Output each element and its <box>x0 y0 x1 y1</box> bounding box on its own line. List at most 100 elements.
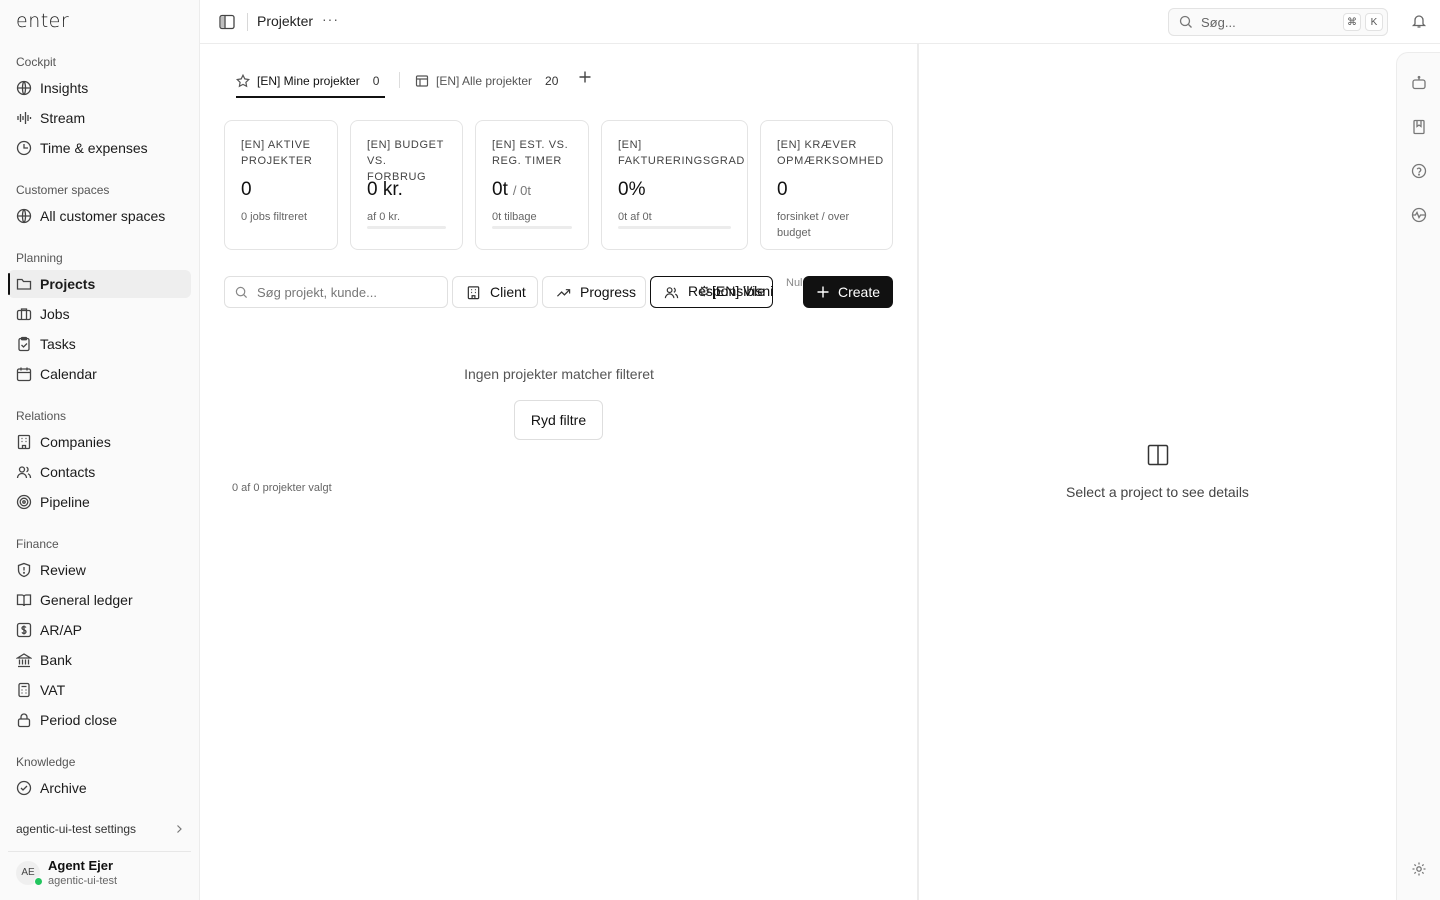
sidebar-toggle-icon[interactable] <box>218 13 236 31</box>
sidebar-item-label: Calendar <box>40 366 97 382</box>
kpi-value: 0 <box>241 179 321 201</box>
globe-icon <box>16 208 32 224</box>
workspace-settings-label: agentic-ui-test settings <box>16 822 137 836</box>
archive-icon <box>16 780 32 796</box>
section-title-knowledge: Knowledge <box>16 755 76 769</box>
search-icon <box>235 286 248 299</box>
divider <box>8 851 191 852</box>
progress-filter-button[interactable]: Progress <box>542 276 646 308</box>
target-icon <box>16 494 32 510</box>
reset-all-text[interactable]: Nul alle <box>786 276 802 291</box>
project-search[interactable] <box>224 276 448 308</box>
kpi-card-active-projects: [EN] AKTIVE PROJEKTER 0 0 jobs filtreret <box>224 120 338 250</box>
sidebar-item-vat[interactable]: VAT <box>8 676 191 704</box>
project-search-input[interactable] <box>257 284 437 300</box>
sidebar-item-insights[interactable]: Insights <box>8 74 191 102</box>
sidebar-item-label: All customer spaces <box>40 208 166 224</box>
sidebar-item-pipeline[interactable]: Pipeline <box>8 488 191 516</box>
filter-toolbar: Client Progress Responsible ⚙ [EN] Visni… <box>224 276 893 308</box>
sidebar-item-label: Pipeline <box>40 494 90 510</box>
sidebar-item-bank[interactable]: Bank <box>8 646 191 674</box>
app-logo[interactable]: enter <box>16 10 69 32</box>
selection-count: 0 af 0 projekter valgt <box>232 482 332 494</box>
kpi-note: forsinket / over budget <box>777 211 850 239</box>
create-project-button[interactable]: Create <box>803 276 893 308</box>
search-icon <box>1179 15 1193 29</box>
bell-icon[interactable] <box>1411 13 1427 29</box>
sidebar-item-ar-ap[interactable]: AR/AP <box>8 616 191 644</box>
sidebar-item-label: AR/AP <box>40 622 83 638</box>
kpi-progress-bar <box>367 226 446 229</box>
calculator-icon <box>16 682 32 698</box>
tab-count: 0 <box>372 74 380 88</box>
section-title-cockpit: Cockpit <box>16 55 57 69</box>
settings-icon[interactable] <box>1411 861 1427 877</box>
user-menu[interactable]: AE Agent Ejer agentic-ui-test <box>16 858 117 887</box>
sidebar-item-jobs[interactable]: Jobs <box>8 300 191 328</box>
kpi-note: af 0 kr. <box>367 211 401 223</box>
sidebar-item-label: Archive <box>40 780 87 796</box>
section-title-planning: Planning <box>16 251 63 265</box>
sidebar-item-companies[interactable]: Companies <box>8 428 191 456</box>
plus-icon <box>816 285 830 299</box>
section-title-customer-spaces: Customer spaces <box>16 183 110 197</box>
globe-icon <box>16 80 32 96</box>
sidebar-item-projects[interactable]: Projects <box>8 270 191 298</box>
projects-pane: [EN] Mine projekter 0 [EN] Alle projekte… <box>200 44 918 900</box>
kpi-title: [EN] EST. VS. REG. TIMER <box>492 139 569 167</box>
clipboard-icon <box>16 336 32 352</box>
sidebar-item-label: Review <box>40 562 86 578</box>
kpi-value-main: 0t <box>492 179 508 200</box>
more-options-button[interactable]: ··· <box>322 11 339 27</box>
kpi-card-billing-rate: [EN] FAKTURERINGSGRAD 0% 0t af 0t <box>601 120 748 250</box>
sidebar-item-tasks[interactable]: Tasks <box>8 330 191 358</box>
progress-filter-label: Progress <box>580 284 637 300</box>
sidebar-item-label: VAT <box>40 682 66 698</box>
tab-all[interactable]: [EN] Alle projekter 20 <box>415 66 558 96</box>
waveform-icon <box>16 110 32 126</box>
help-icon[interactable] <box>1411 163 1427 179</box>
robot-icon[interactable] <box>1411 75 1427 91</box>
sidebar-item-label: Companies <box>40 434 111 450</box>
divider <box>247 13 248 31</box>
kpi-value: 0% <box>618 179 731 201</box>
sidebar-item-archive[interactable]: Archive <box>8 774 191 802</box>
sidebar-item-calendar[interactable]: Calendar <box>8 360 191 388</box>
user-name: Agent Ejer <box>48 858 114 873</box>
star-icon <box>235 73 251 88</box>
sidebar-item-stream[interactable]: Stream <box>8 104 191 132</box>
sidebar-item-label: Jobs <box>40 306 70 322</box>
sidebar-item-all-customer-spaces[interactable]: All customer spaces <box>8 202 191 230</box>
client-filter-button[interactable]: Client <box>452 276 538 308</box>
sidebar-item-contacts[interactable]: Contacts <box>8 458 191 486</box>
kpi-progress-bar <box>618 226 731 229</box>
responsible-filter-button[interactable]: Responsible ⚙ [EN] Visning <box>650 276 773 308</box>
lock-icon <box>16 712 32 728</box>
sidebar-item-label: Insights <box>40 80 89 96</box>
table-icon <box>415 74 429 88</box>
kpi-title: [EN] AKTIVE PROJEKTER <box>241 139 313 167</box>
kpi-progress-bar <box>492 226 572 229</box>
workspace-settings-link[interactable]: agentic-ui-test settings <box>16 822 184 836</box>
view-button-label[interactable]: [EN] Visning <box>712 283 772 299</box>
add-view-plus-icon[interactable] <box>578 70 592 84</box>
panel-icon <box>1146 443 1170 467</box>
view-settings-gear-glyph: ⚙ <box>698 283 711 299</box>
overlapping-labels: Responsible ⚙ [EN] Visning <box>688 282 772 302</box>
users-icon <box>664 285 679 300</box>
sidebar-item-label: Bank <box>40 652 72 668</box>
sidebar-item-label: Stream <box>40 110 86 126</box>
clear-filters-button[interactable]: Ryd filtre <box>514 400 603 440</box>
global-search[interactable]: Søg... ⌘ K <box>1168 8 1388 36</box>
kpi-title: [EN] BUDGET VS. FORBRUG <box>367 139 444 183</box>
sidebar-item-time-expenses[interactable]: Time & expenses <box>8 134 191 162</box>
globe-pulse-icon[interactable] <box>1411 207 1427 223</box>
sidebar-item-period-close[interactable]: Period close <box>8 706 191 734</box>
bookmark-icon[interactable] <box>1411 119 1427 135</box>
sidebar-item-general-ledger[interactable]: General ledger <box>8 586 191 614</box>
sidebar-item-review[interactable]: Review <box>8 556 191 584</box>
tab-mine[interactable]: [EN] Mine projekter 0 <box>235 66 385 98</box>
dollar-square-icon <box>16 622 32 638</box>
tab-label: [EN] Alle projekter <box>436 74 533 88</box>
divider <box>399 72 400 88</box>
